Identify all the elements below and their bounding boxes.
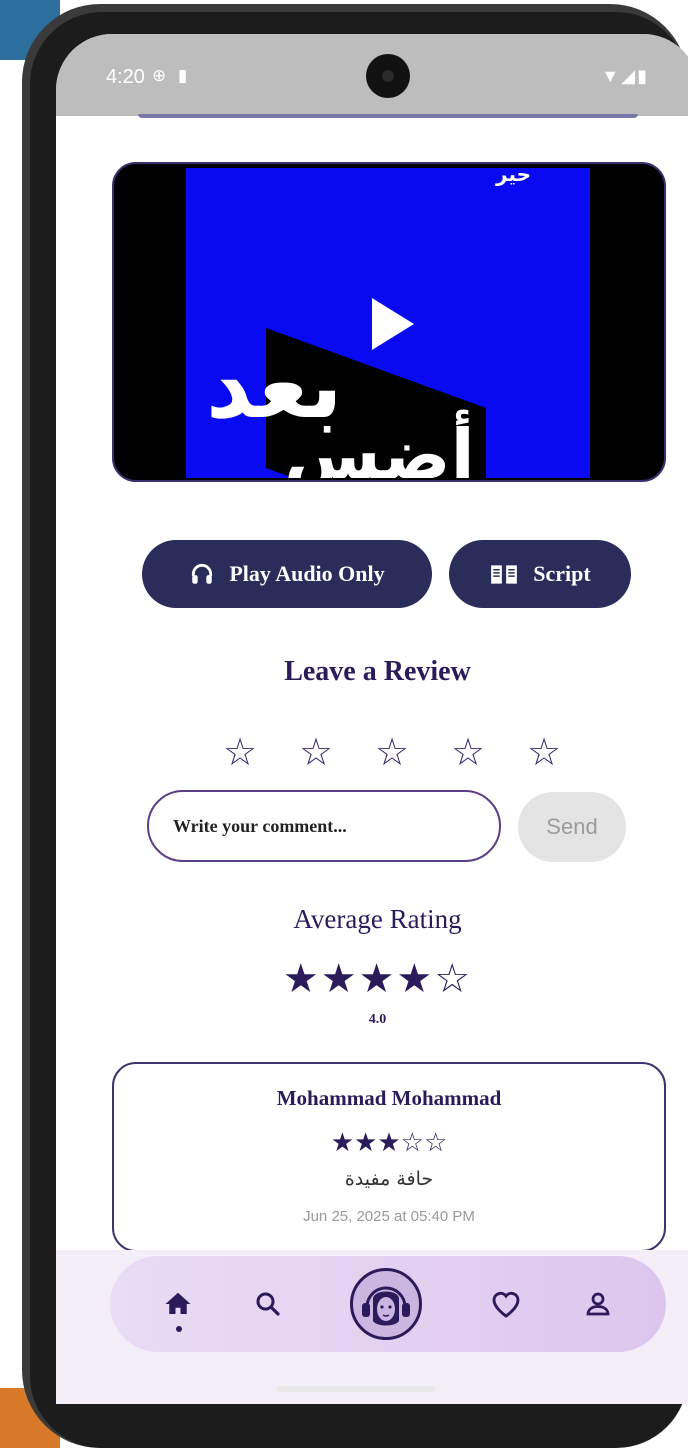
review-comment: حافة مفيدة — [344, 1168, 434, 1190]
rate-star-5[interactable]: ☆ — [526, 733, 562, 771]
active-indicator — [176, 1326, 182, 1332]
video-frame: حير بعد أضس — [186, 168, 590, 478]
reviewer-name: Mohammad Mohammad — [276, 1086, 502, 1110]
video-player[interactable]: حير بعد أضس — [112, 162, 666, 482]
vpn-icon: ⊕ — [152, 66, 167, 85]
search-icon[interactable] — [248, 1284, 288, 1324]
book-icon — [491, 565, 518, 584]
home-icon[interactable] — [158, 1284, 198, 1324]
send-button[interactable]: Send — [518, 792, 626, 862]
average-rating-value: 4.0 — [368, 1012, 387, 1027]
rate-star-4[interactable]: ☆ — [450, 733, 486, 771]
home-indicator[interactable] — [276, 1386, 436, 1392]
battery-icon: ▮ — [637, 66, 649, 86]
status-indicators: ▼◢▮ — [601, 66, 649, 87]
video-text: حير — [496, 168, 532, 186]
profile-icon[interactable] — [578, 1284, 618, 1324]
bottom-navigation — [110, 1256, 666, 1352]
status-bar: 4:20 ⊕ ▮ ▼◢▮ — [56, 34, 688, 116]
comment-input[interactable] — [147, 790, 501, 862]
sdcard-icon: ▮ — [178, 66, 188, 85]
script-label: Script — [533, 561, 591, 586]
front-camera — [366, 54, 410, 98]
play-audio-only-button[interactable]: Play Audio Only — [142, 540, 432, 608]
average-rating-stars: ★★★★☆ — [282, 956, 473, 1002]
status-time: 4:20 — [106, 66, 145, 88]
video-text: أضس — [284, 414, 475, 478]
heart-icon[interactable] — [486, 1284, 526, 1324]
play-icon[interactable] — [372, 298, 414, 350]
headphones-icon — [192, 563, 213, 584]
rating-input: ☆ ☆ ☆ ☆ ☆ — [222, 733, 562, 771]
leave-review-title: Leave a Review — [284, 656, 471, 687]
rate-star-3[interactable]: ☆ — [374, 733, 410, 771]
average-rating-title: Average Rating — [293, 904, 462, 934]
avatar[interactable] — [350, 1268, 422, 1340]
review-stars: ★★★☆☆ — [330, 1128, 448, 1158]
review-card: Mohammad Mohammad ★★★☆☆ حافة مفيدة Jun 2… — [112, 1062, 666, 1252]
signal-icon: ◢ — [621, 66, 638, 86]
rate-star-2[interactable]: ☆ — [298, 733, 334, 771]
app-screen: 4:20 ⊕ ▮ ▼◢▮ حير بعد أضس Play Audio Only — [56, 34, 688, 1404]
script-button[interactable]: Script — [449, 540, 631, 608]
review-date: Jun 25, 2025 at 05:40 PM — [303, 1208, 475, 1225]
wifi-icon: ▼ — [601, 66, 622, 86]
rate-star-1[interactable]: ☆ — [222, 733, 258, 771]
play-audio-only-label: Play Audio Only — [229, 561, 385, 586]
previous-section-edge — [138, 114, 638, 118]
